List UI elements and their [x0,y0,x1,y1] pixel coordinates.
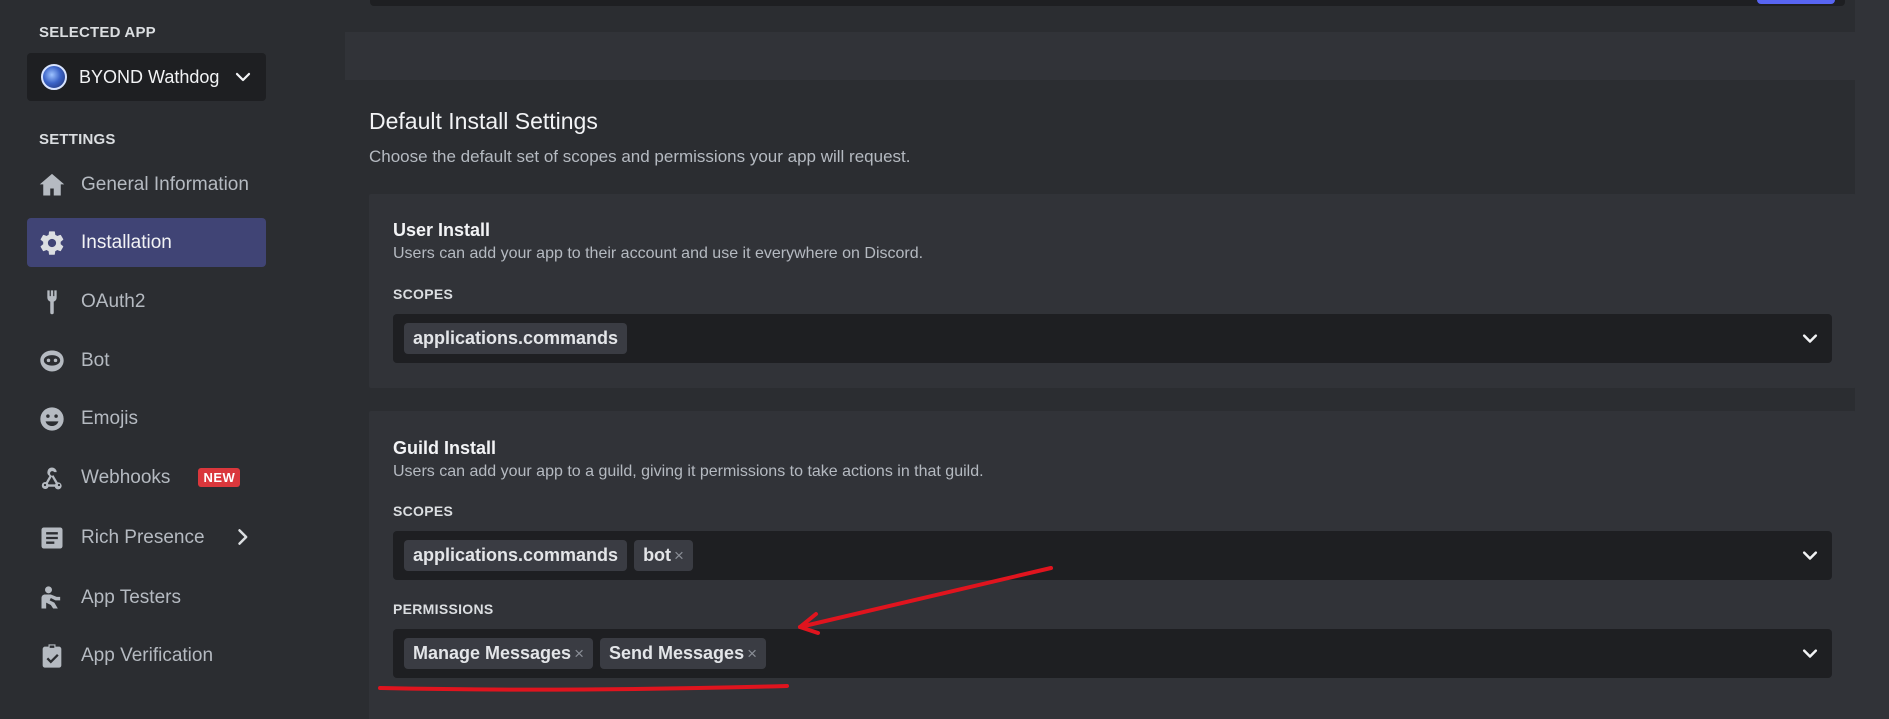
sidebar-item-label: App Verification [81,644,214,666]
sidebar-item-label: Installation [81,231,172,253]
scope-chip: bot × [634,540,693,571]
permission-chip-label: Send Messages [609,643,745,663]
selected-app-label: SELECTED APP [39,24,156,41]
previous-section-card [345,0,1855,32]
remove-icon[interactable]: × [747,644,757,664]
sidebar-item-label: OAuth2 [81,290,146,312]
sidebar-item-emojis[interactable]: Emojis [27,394,266,443]
page-title: Default Install Settings [369,108,598,134]
sidebar-item-label: General Information [81,173,249,195]
sidebar-item-app-verification[interactable]: App Verification [27,631,266,680]
chevron-down-icon[interactable] [1800,644,1820,664]
tester-icon [37,583,67,613]
scope-chip-label: applications.commands [413,328,619,348]
app-selector[interactable]: BYOND Wathdog [27,53,266,101]
guild-install-description: Users can add your app to a guild, givin… [393,463,984,480]
document-icon [37,523,67,553]
sidebar: SELECTED APP BYOND Wathdog SETTINGS Gene… [0,0,345,719]
page-description: Choose the default set of scopes and per… [369,147,911,166]
previous-section-input[interactable] [370,0,1845,6]
remove-icon[interactable]: × [674,546,684,566]
robot-icon [37,346,67,376]
user-scopes-label: SCOPES [393,286,454,302]
sidebar-item-oauth2[interactable]: OAuth2 [27,277,266,326]
new-badge: NEW [198,468,241,487]
chevron-right-icon [238,529,248,545]
scope-chip-label: bot [643,545,672,565]
permission-chip-label: Manage Messages [413,643,572,663]
user-install-description: Users can add your app to their account … [393,245,924,262]
sidebar-item-installation[interactable]: Installation [27,218,266,267]
sidebar-item-general-information[interactable]: General Information [27,160,266,209]
permission-chip: Send Messages × [600,638,767,669]
guild-permissions-select[interactable]: Manage Messages × Send Messages × [393,629,1832,678]
scope-chip: applications.commands [404,540,628,571]
smile-icon [37,404,67,434]
gear-icon [37,228,67,258]
sidebar-item-app-testers[interactable]: App Testers [27,573,266,622]
sidebar-item-label: Bot [81,349,110,371]
sidebar-item-bot[interactable]: Bot [27,336,266,385]
permission-chip: Manage Messages × [404,638,594,669]
user-install-title: User Install [393,220,491,240]
user-install-card: User Install Users can add your app to t… [369,194,1856,388]
scope-chip-label: applications.commands [413,545,619,565]
clipboard-check-icon [37,641,67,671]
remove-icon[interactable]: × [574,644,584,664]
scope-chip: applications.commands [404,323,628,354]
home-icon [37,170,67,200]
previous-section-button[interactable] [1757,0,1835,4]
chevron-down-icon[interactable] [1800,546,1820,566]
chevron-down-icon [235,72,251,82]
sidebar-item-webhooks[interactable]: Webhooks NEW [27,453,266,502]
chevron-down-icon[interactable] [1800,329,1820,349]
sidebar-item-label: Rich Presence [81,526,205,548]
guild-permissions-label: PERMISSIONS [393,601,494,617]
wrench-icon [37,287,67,317]
user-scopes-select[interactable]: applications.commands [393,314,1832,363]
sidebar-item-label: App Testers [81,586,181,608]
webhook-icon [37,463,67,493]
app-name: BYOND Wathdog [79,66,220,87]
sidebar-item-label: Webhooks [81,466,171,488]
guild-install-title: Guild Install [393,438,497,458]
default-install-settings-card: Default Install Settings Choose the defa… [345,80,1856,719]
guild-scopes-label: SCOPES [393,503,454,519]
sidebar-item-label: Emojis [81,407,139,429]
sidebar-item-rich-presence[interactable]: Rich Presence [27,513,266,562]
guild-scopes-select[interactable]: applications.commands bot × [393,531,1832,580]
app-avatar [41,64,67,90]
guild-install-card: Guild Install Users can add your app to … [369,411,1856,719]
settings-label: SETTINGS [39,131,116,148]
